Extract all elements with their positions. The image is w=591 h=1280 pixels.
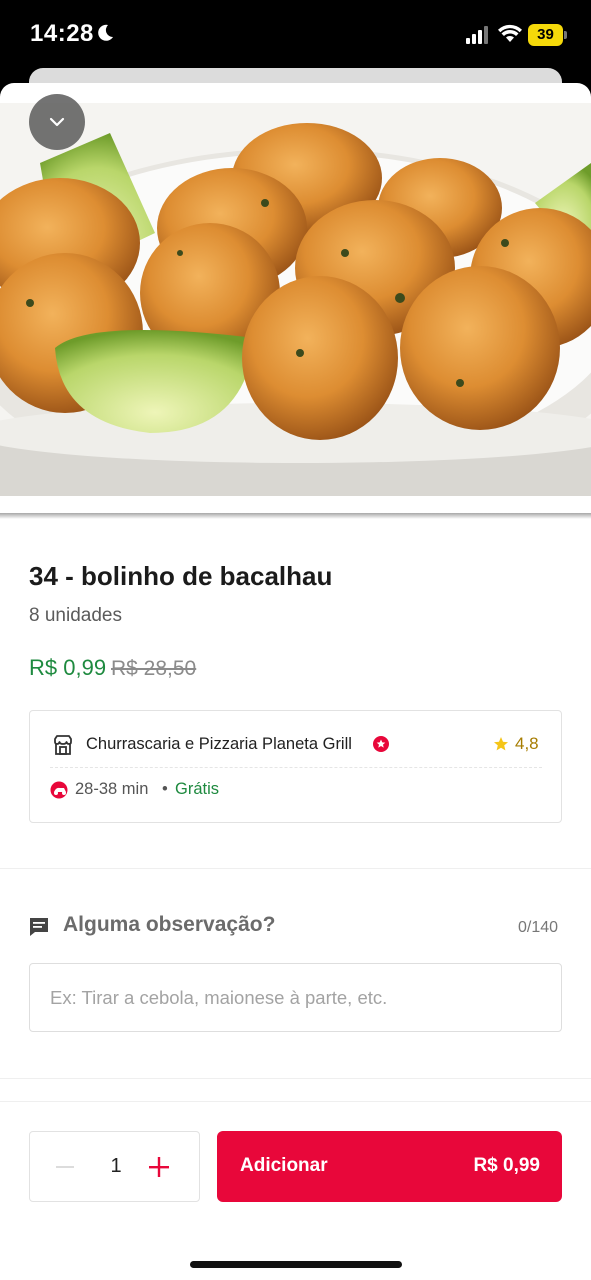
collapse-button[interactable] — [29, 94, 85, 150]
increase-button[interactable] — [146, 1154, 172, 1180]
delivery-fee: Grátis — [175, 780, 220, 798]
chevron-down-icon — [49, 117, 65, 127]
store-rating: 4,8 — [515, 734, 539, 753]
wifi-icon — [498, 24, 522, 42]
section-divider — [0, 1101, 591, 1102]
minus-icon — [56, 1166, 74, 1168]
battery-level: 39 — [537, 26, 554, 43]
price-original: R$ 28,50 — [111, 657, 197, 680]
badge-icon — [373, 736, 389, 752]
price-current: R$ 0,99 — [29, 655, 107, 680]
product-subtitle: 8 unidades — [29, 605, 122, 626]
delivery-icon — [50, 781, 68, 799]
hero-bottom-shadow — [0, 513, 591, 519]
observation-counter: 0/140 — [518, 919, 559, 936]
card-divider — [50, 767, 542, 768]
home-indicator[interactable] — [190, 1261, 402, 1268]
observation-title: Alguma observação? — [63, 913, 276, 936]
decrease-button[interactable] — [52, 1154, 78, 1180]
status-bar: 14:28 39 — [0, 0, 591, 70]
add-button-price: R$ 0,99 — [473, 1155, 540, 1176]
section-divider — [0, 1078, 591, 1079]
battery-icon: 39 — [528, 24, 568, 46]
store-icon — [54, 735, 72, 755]
comment-icon — [30, 918, 48, 936]
section-divider — [0, 868, 591, 869]
add-to-cart-button[interactable]: Adicionar R$ 0,99 — [217, 1131, 562, 1202]
plus-icon — [149, 1157, 169, 1177]
store-name: Churrascaria e Pizzaria Planeta Grill — [86, 735, 352, 753]
product-sheet: 34 - bolinho de bacalhau 8 unidades R$ 0… — [0, 83, 591, 1280]
observation-input[interactable] — [29, 963, 562, 1032]
product-title: 34 - bolinho de bacalhau — [29, 561, 333, 591]
store-card[interactable]: Churrascaria e Pizzaria Planeta Grill 4,… — [29, 710, 562, 823]
quantity-stepper: 1 — [29, 1131, 200, 1202]
status-time: 14:28 — [30, 20, 94, 47]
battery-tip — [564, 31, 567, 39]
signal-icon — [466, 26, 488, 44]
moon-icon — [98, 24, 113, 41]
star-icon — [494, 737, 508, 751]
product-photo — [0, 103, 591, 496]
quantity-value: 1 — [110, 1155, 122, 1177]
add-button-label: Adicionar — [240, 1155, 328, 1176]
delivery-separator: • — [162, 780, 168, 798]
product-image — [0, 103, 591, 496]
delivery-time: 28-38 min — [75, 780, 149, 798]
